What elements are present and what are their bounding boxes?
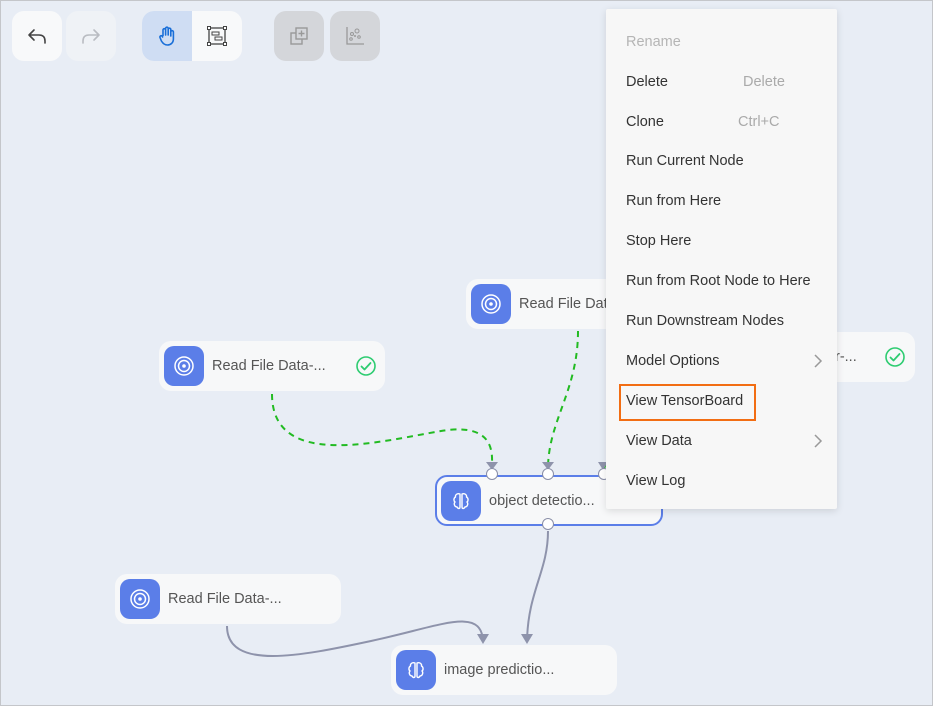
menu-item-label: Model Options [626,353,720,369]
arrow-objdet-imgpred [521,634,533,644]
menu-item-clone[interactable]: Clone Ctrl+C [626,110,825,134]
chevron-right-icon [814,354,823,368]
node-read-file-data-1[interactable]: Read File Data-... [159,341,385,391]
redo-button[interactable] [66,11,116,61]
success-check-icon [356,356,376,376]
menu-item-label: Delete [626,74,668,90]
menu-item-label: Run Current Node [626,153,744,169]
redo-icon [82,29,100,44]
undo-icon [28,29,46,44]
menu-item-run-from-root[interactable]: Run from Root Node to Here [626,269,825,293]
menu-item-run-from-here[interactable]: Run from Here [626,189,825,213]
target-icon [120,579,160,619]
menu-item-run-downstream[interactable]: Run Downstream Nodes [626,309,825,333]
target-icon [471,284,511,324]
node-label: Read File Data-... [168,591,282,607]
mode-toggle-group [142,11,242,61]
brain-icon [396,650,436,690]
menu-item-label: Run Downstream Nodes [626,313,784,329]
box-select-button[interactable] [192,11,242,61]
node-label: object detectio... [489,492,595,509]
menu-item-view-log[interactable]: View Log [626,469,825,493]
context-menu: Rename Delete Delete Clone Ctrl+C Run Curr… [606,9,837,509]
menu-item-rename[interactable]: Rename [626,30,825,54]
edge-read2-objdet[interactable] [547,330,579,470]
menu-item-model-options[interactable]: Model Options [626,349,825,373]
pan-mode-button[interactable] [142,11,192,61]
workflow-canvas[interactable]: Read File Data-... Read File Dat r-... o… [1,1,932,705]
menu-item-stop-here[interactable]: Stop Here [626,229,825,253]
menu-item-label: Run from Root Node to Here [626,273,811,289]
output-port[interactable] [542,518,554,530]
node-label: r-... [835,349,857,365]
menu-item-delete[interactable]: Delete Delete [626,70,825,94]
menu-item-label: View Log [626,473,686,489]
arrow-read4-imgpred [477,634,489,644]
menu-item-label: Stop Here [626,233,692,249]
scatter-plot-icon [346,27,364,45]
box-select-icon [207,26,227,46]
shortcut-label: Delete [743,74,785,90]
edge-read1-objdet[interactable] [271,393,494,470]
menu-item-run-current-node[interactable]: Run Current Node [626,149,825,173]
node-label: Read File Data-... [212,358,326,374]
success-check-icon [885,347,905,367]
scatter-plot-button[interactable] [330,11,380,61]
edge-objdet-imgpred[interactable] [526,530,549,642]
node-image-prediction[interactable]: image predictio... [391,645,617,695]
menu-item-view-data[interactable]: View Data [626,429,825,453]
menu-item-label: View TensorBoard [626,393,744,409]
input-port-1[interactable] [486,468,498,480]
menu-item-label: Clone [626,114,664,130]
node-label: image predictio... [444,662,555,678]
node-label: Read File Dat [519,296,608,312]
node-read-file-data-4[interactable]: Read File Data-... [115,574,341,624]
menu-item-label: View Data [626,433,692,449]
chevron-right-icon [814,434,823,448]
undo-button[interactable] [12,11,62,61]
shortcut-label: Ctrl+C [738,114,780,130]
brain-icon [441,480,481,521]
add-group-button[interactable] [274,11,324,61]
hand-pan-icon [159,26,175,46]
menu-item-label: Rename [626,34,681,50]
menu-item-view-tensorboard[interactable]: View TensorBoard [626,389,825,413]
menu-item-label: Run from Here [626,193,722,209]
add-group-icon [290,27,308,45]
target-icon [164,346,204,386]
input-port-2[interactable] [542,468,554,480]
